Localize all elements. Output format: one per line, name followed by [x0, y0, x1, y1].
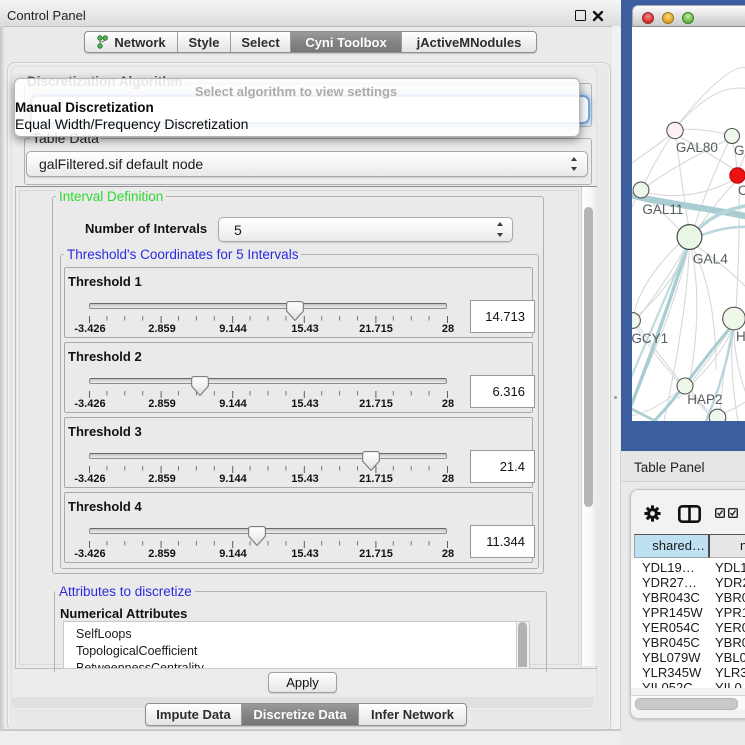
svg-text:GAL4: GAL4	[693, 252, 729, 267]
svg-text:H: H	[736, 329, 745, 344]
svg-text:GAL11: GAL11	[642, 202, 683, 217]
svg-text:GCY1: GCY1	[632, 331, 668, 346]
svg-text:GAL80: GAL80	[676, 140, 718, 155]
svg-text:HAP2: HAP2	[687, 392, 722, 407]
svg-text:C: C	[738, 183, 745, 198]
svg-text:G.: G.	[734, 143, 745, 158]
